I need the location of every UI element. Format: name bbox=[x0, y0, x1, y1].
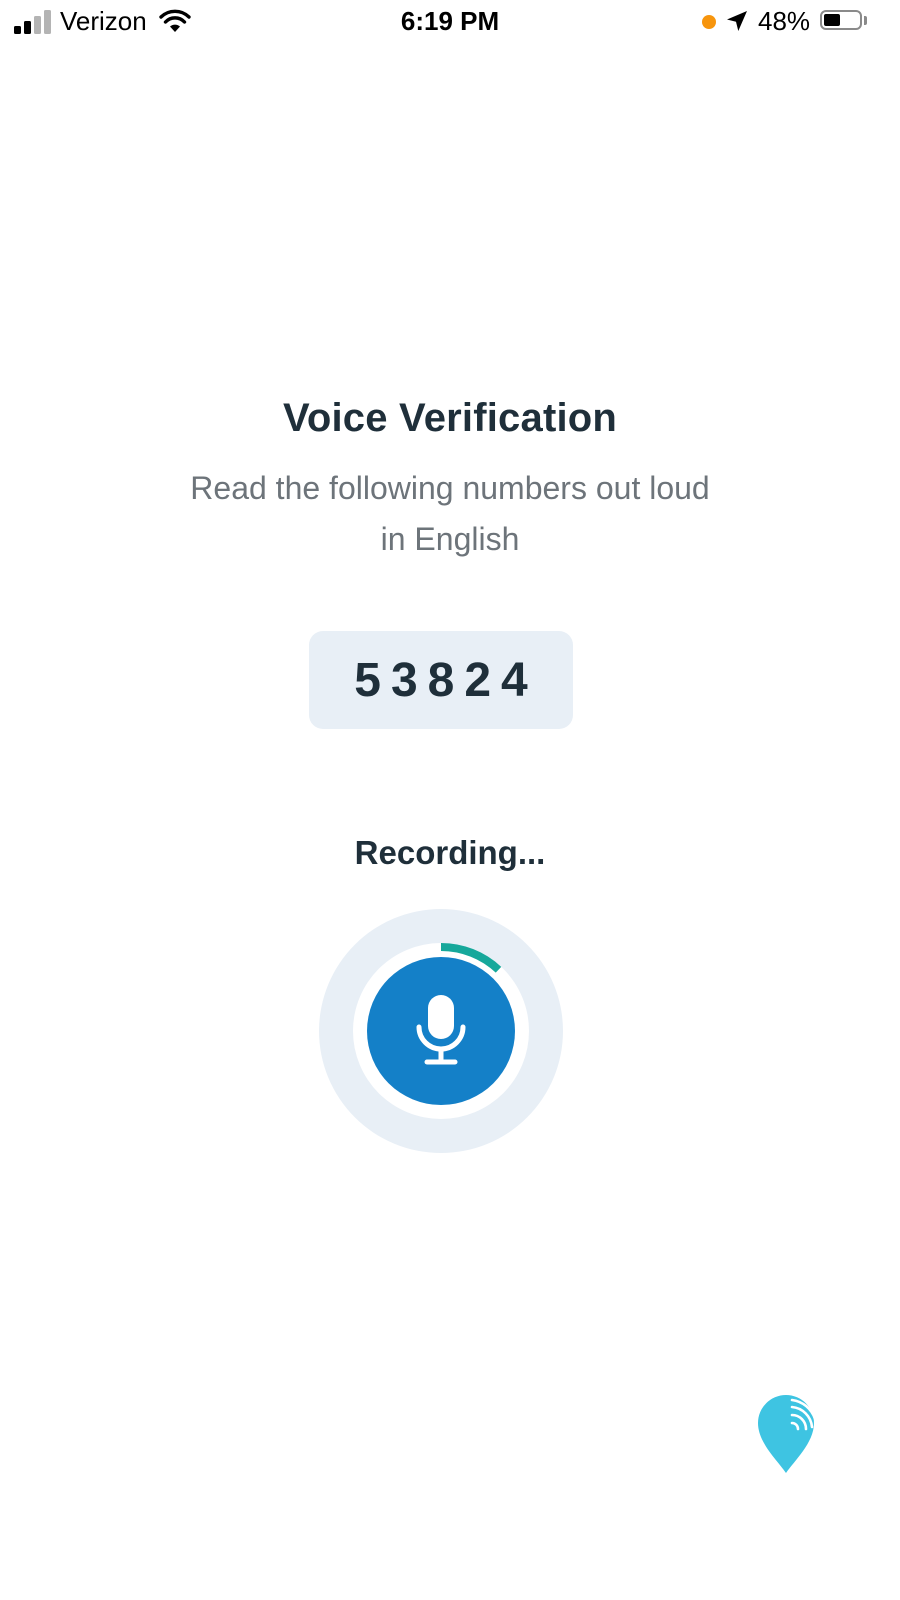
verification-code: 53824 bbox=[354, 654, 538, 707]
battery-fill bbox=[824, 14, 840, 26]
recording-status: Recording... bbox=[354, 834, 546, 871]
location-pin-logo bbox=[758, 1395, 817, 1473]
instructions-line-2: in English bbox=[380, 521, 520, 557]
instructions-text: Read the following numbers out loud in E… bbox=[150, 463, 750, 565]
microphone-icon bbox=[416, 995, 466, 1065]
verification-code-box: 53824 bbox=[309, 631, 573, 729]
page-title: Voice Verification bbox=[282, 396, 618, 440]
mic-control bbox=[319, 909, 563, 1153]
instructions-line-1: Read the following numbers out loud bbox=[190, 470, 710, 506]
microphone-button[interactable] bbox=[367, 957, 515, 1105]
battery-cap bbox=[864, 16, 867, 25]
recording-indicator bbox=[702, 15, 716, 29]
status-bar: Verizon 6:19 PM 48% bbox=[0, 0, 900, 44]
battery-icon bbox=[820, 10, 862, 30]
voice-verification-screen: Verizon 6:19 PM 48% Voice Verification R… bbox=[0, 0, 900, 1600]
battery-percentage: 48% bbox=[758, 6, 811, 36]
location-arrow-icon bbox=[727, 11, 747, 31]
